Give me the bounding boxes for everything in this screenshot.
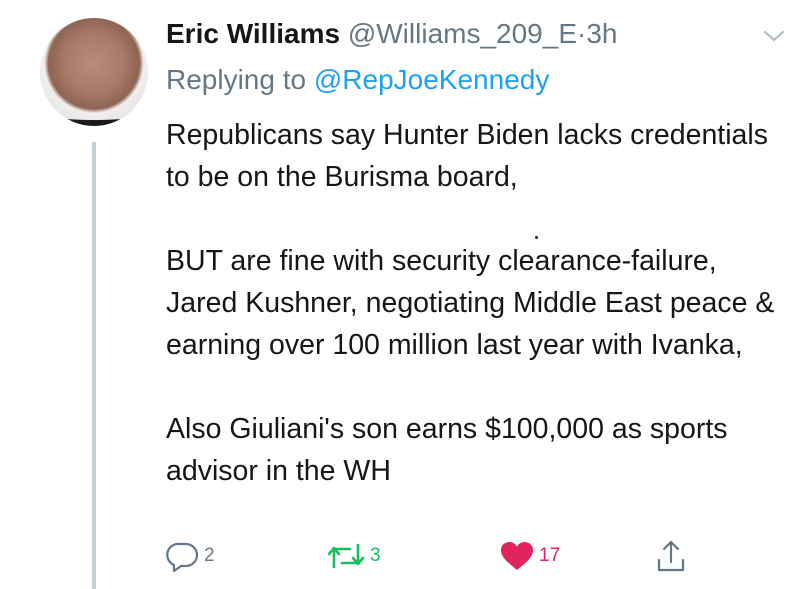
reply-count: 2 <box>204 545 215 566</box>
avatar[interactable] <box>40 18 148 126</box>
tweet-time[interactable]: 3h <box>586 18 617 49</box>
tweet-paragraph: BUT are fine with security clearance-fai… <box>166 245 775 361</box>
stray-dot <box>535 236 538 239</box>
heart-icon <box>499 539 535 573</box>
reply-bubble-icon <box>166 539 200 573</box>
retweet-button[interactable]: 3 <box>326 538 381 574</box>
replying-to: Replying to @RepJoeKennedy <box>166 60 549 100</box>
share-icon <box>654 538 688 574</box>
replying-to-label: Replying to <box>166 64 307 95</box>
replying-to-mention[interactable]: @RepJoeKennedy <box>314 64 549 95</box>
retweet-icon <box>326 539 366 573</box>
author-name[interactable]: Eric Williams <box>166 18 340 49</box>
tweet-text: Republicans say Hunter Biden lacks crede… <box>166 114 786 492</box>
like-count: 17 <box>539 545 561 566</box>
reply-button[interactable]: 2 <box>166 538 215 574</box>
header-separator: · <box>577 18 587 49</box>
avatar-cup-rim <box>44 102 144 126</box>
retweet-count: 3 <box>370 545 381 566</box>
thread-line <box>92 142 96 589</box>
like-button[interactable]: 17 <box>499 538 560 574</box>
chevron-down-icon[interactable] <box>762 24 786 48</box>
action-bar: 2 3 17 <box>166 538 786 574</box>
share-button[interactable] <box>654 538 688 574</box>
tweet: Eric Williams @Williams_209_E·3h Replyin… <box>0 0 796 589</box>
tweet-paragraph: Republicans say Hunter Biden lacks crede… <box>166 119 768 193</box>
tweet-header: Eric Williams @Williams_209_E·3h <box>166 14 617 54</box>
author-handle[interactable]: @Williams_209_E <box>348 18 577 49</box>
tweet-paragraph: Also Giuliani's son earns $100,000 as sp… <box>166 413 728 487</box>
